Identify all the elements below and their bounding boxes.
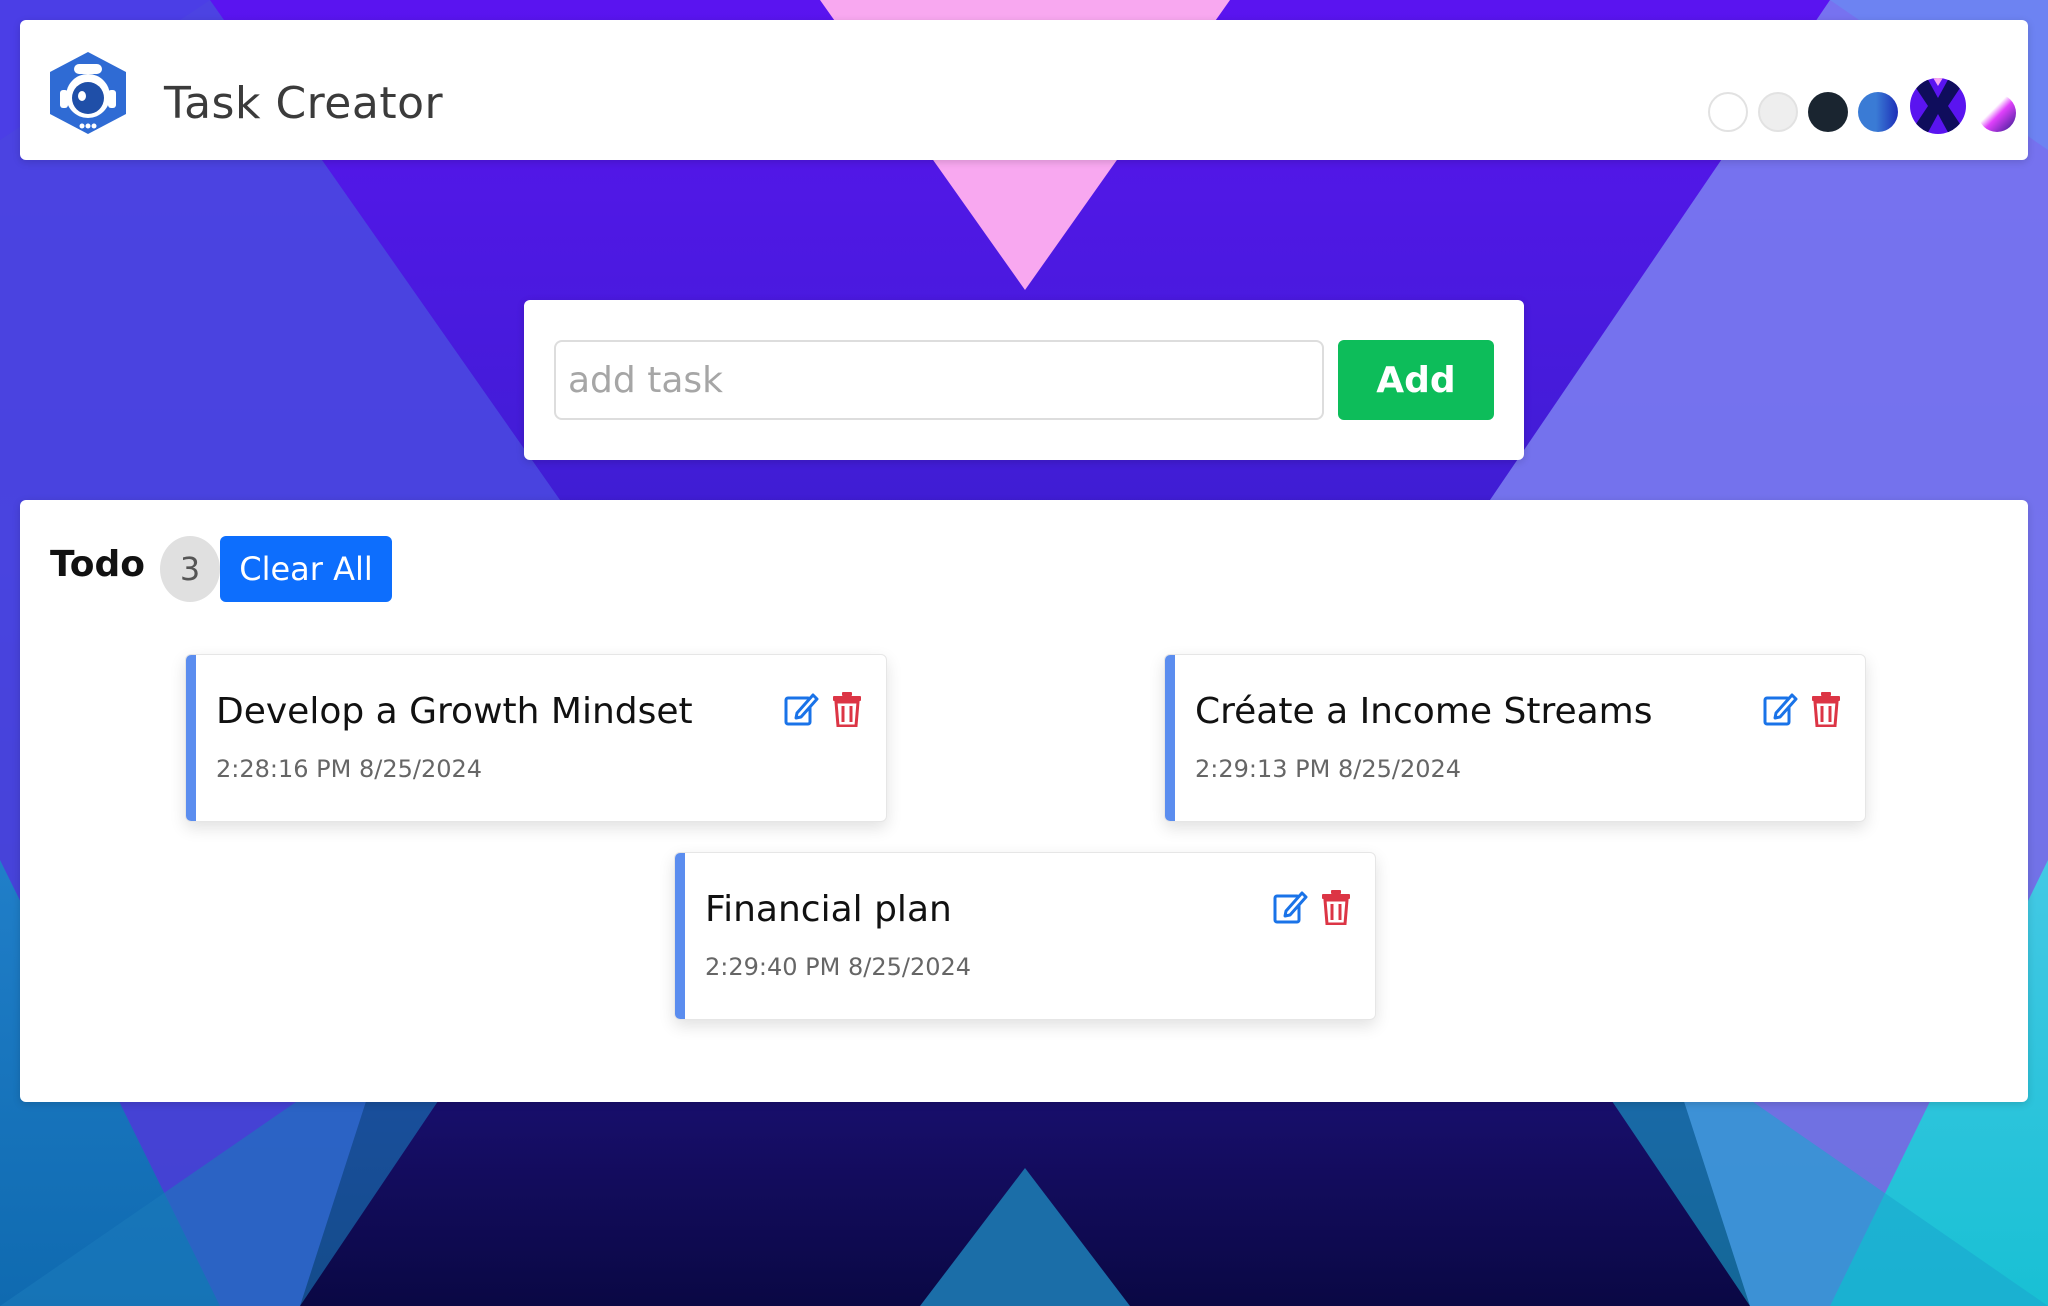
theme-blue-gradient-button[interactable]	[1858, 92, 1898, 132]
edit-icon[interactable]	[783, 691, 819, 727]
task-accent-stripe	[675, 853, 685, 1019]
theme-switcher	[1687, 72, 2017, 134]
task-count-badge: 3	[160, 536, 220, 602]
edit-icon[interactable]	[1272, 889, 1308, 925]
task-title: Develop a Growth Mindset	[216, 691, 693, 732]
todo-panel: Todo 3 Clear All Develop a Growth Mindse…	[20, 500, 2028, 1102]
task-timestamp: 2:28:16 PM 8/25/2024	[216, 755, 483, 783]
task-title: Créate a Income Streams	[1195, 691, 1653, 732]
robot-logo-icon	[50, 52, 126, 134]
task-accent-stripe	[1165, 655, 1175, 821]
task-accent-stripe	[186, 655, 196, 821]
add-task-button[interactable]: Add	[1338, 340, 1494, 420]
theme-dark-button[interactable]	[1808, 92, 1848, 132]
edit-icon[interactable]	[1762, 691, 1798, 727]
app-header: Task Creator	[20, 20, 2028, 160]
task-timestamp: 2:29:40 PM 8/25/2024	[705, 953, 972, 981]
task-title: Financial plan	[705, 889, 952, 930]
clear-all-button[interactable]: Clear All	[220, 536, 392, 602]
app-title: Task Creator	[164, 78, 444, 129]
add-task-card: Add	[524, 300, 1524, 460]
task-card: Financial plan 2:29:40 PM 8/25/2024	[674, 852, 1376, 1020]
task-card: Créate a Income Streams 2:29:13 PM 8/25/…	[1164, 654, 1866, 822]
add-task-input[interactable]	[554, 340, 1324, 420]
trash-icon[interactable]	[1811, 691, 1841, 727]
theme-white-button[interactable]	[1708, 92, 1748, 132]
task-timestamp: 2:29:13 PM 8/25/2024	[1195, 755, 1462, 783]
task-card: Develop a Growth Mindset 2:28:16 PM 8/25…	[185, 654, 887, 822]
theme-light-gray-button[interactable]	[1758, 92, 1798, 132]
trash-icon[interactable]	[1321, 889, 1351, 925]
theme-purple-x-button[interactable]	[1908, 76, 1968, 136]
todo-heading: Todo	[50, 544, 146, 585]
theme-pink-gradient-button[interactable]	[1978, 94, 2016, 132]
trash-icon[interactable]	[832, 691, 862, 727]
